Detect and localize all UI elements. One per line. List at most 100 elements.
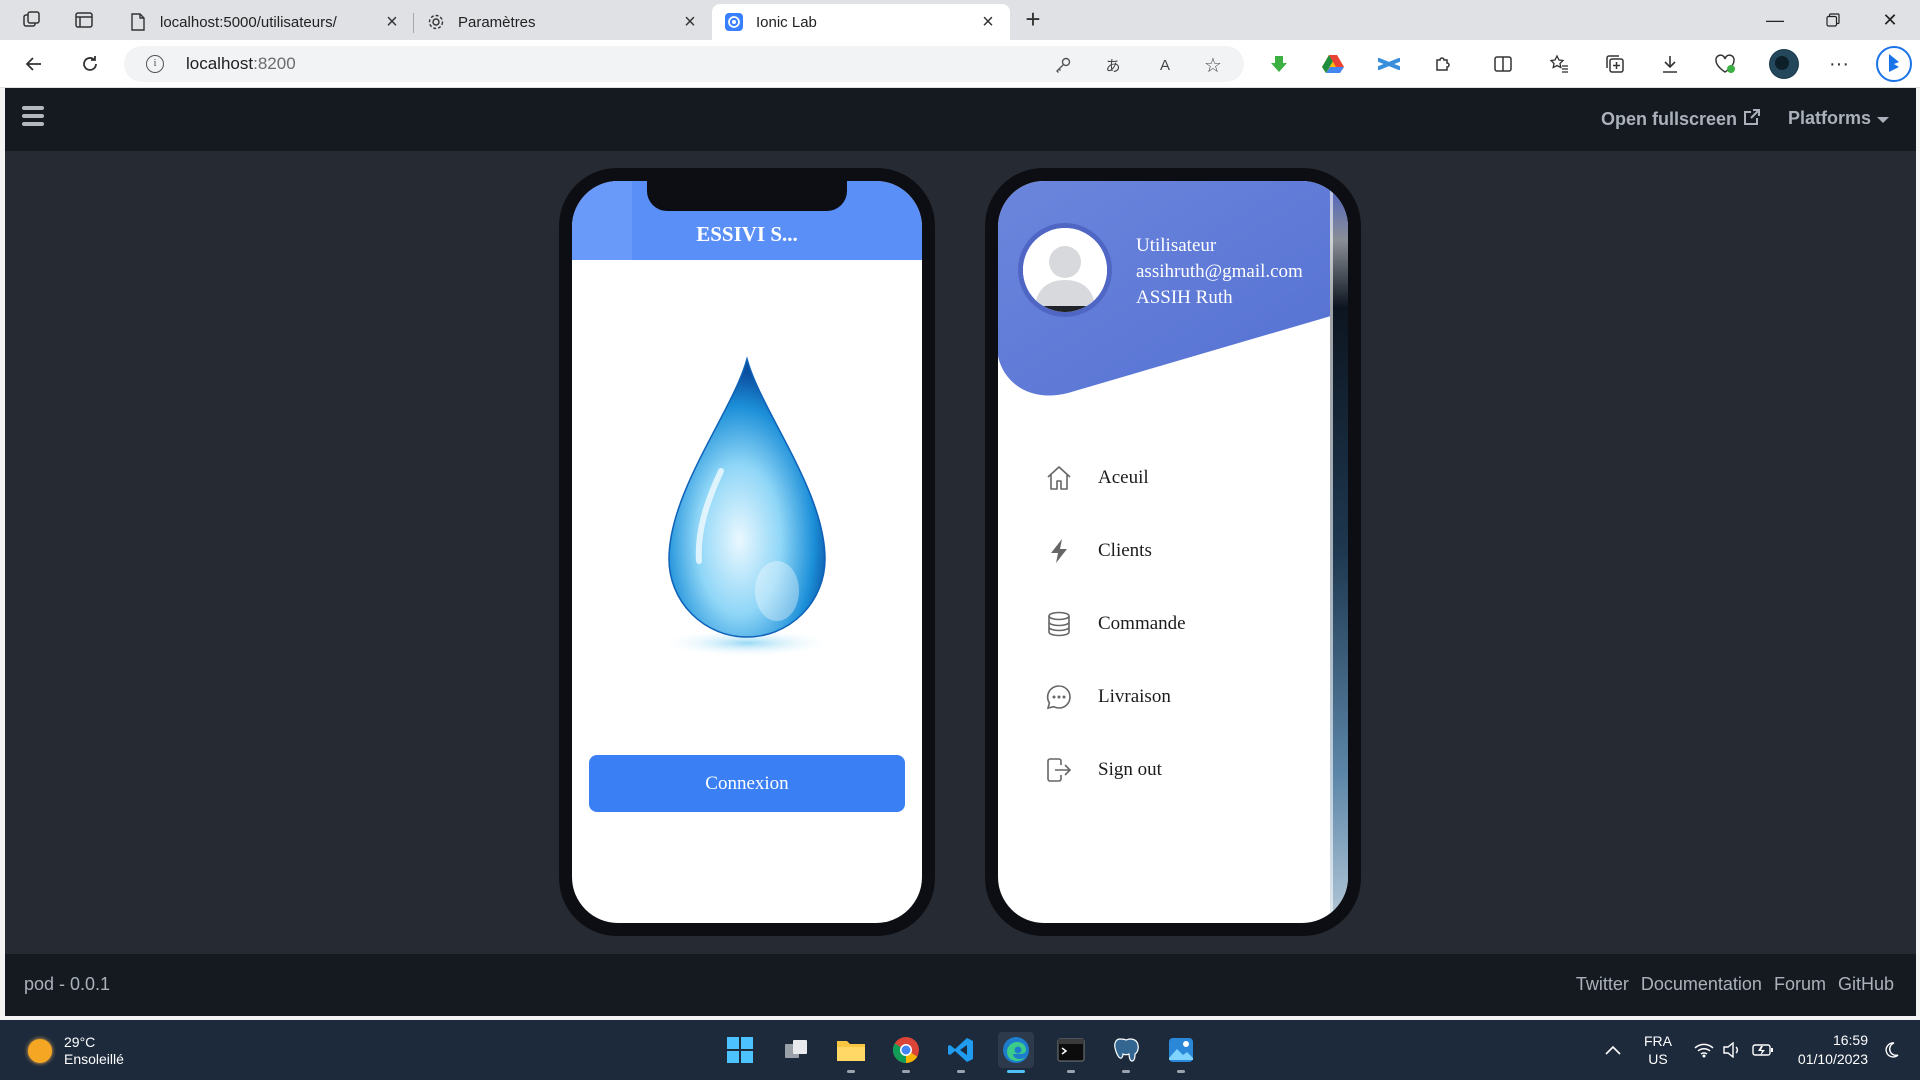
sun-icon (28, 1039, 52, 1063)
close-tab-icon[interactable]: × (382, 12, 402, 32)
vscode-extension-icon[interactable] (1376, 51, 1402, 77)
menu-item-clients[interactable]: Clients (998, 514, 1328, 587)
close-window-button[interactable]: ✕ (1862, 0, 1918, 40)
open-fullscreen-link[interactable]: Open fullscreen (1601, 108, 1761, 131)
workspaces-icon[interactable] (16, 6, 48, 34)
tab-title: Ionic Lab (756, 13, 817, 31)
extensions-puzzle-icon[interactable] (1430, 51, 1456, 77)
windows-taskbar: 29°C Ensoleillé FRA US 16:59 01/10/2023 (0, 1020, 1920, 1080)
site-info-icon[interactable]: i (146, 55, 164, 73)
restore-button[interactable] (1805, 0, 1861, 40)
page-icon (128, 12, 148, 32)
menu-item-commande[interactable]: Commande (998, 587, 1328, 660)
default-person-icon (1023, 228, 1107, 312)
key-icon[interactable] (1052, 54, 1074, 76)
new-tab-button[interactable]: + (1018, 6, 1048, 34)
menu-item-sign-out[interactable]: Sign out (998, 733, 1328, 806)
app-title: ESSIVI S... (696, 222, 798, 246)
favorites-icon[interactable] (1546, 51, 1572, 77)
tab-ionic-lab[interactable]: Ionic Lab × (712, 4, 1010, 40)
windows-start-icon[interactable] (722, 1032, 758, 1068)
footer-links: Twitter Documentation Forum GitHub (1576, 974, 1894, 995)
notification-moon-icon[interactable] (1882, 1020, 1900, 1080)
weather-desc: Ensoleillé (64, 1051, 124, 1067)
browser-essentials-icon[interactable] (1712, 51, 1738, 77)
back-icon[interactable] (20, 50, 48, 78)
vscode-icon[interactable] (943, 1032, 979, 1073)
close-tab-icon[interactable]: × (978, 12, 998, 32)
connexion-button[interactable]: Connexion (589, 755, 905, 812)
flash-icon (1044, 536, 1074, 566)
browser-toolbar: i localhost:8200 あ A ☆ ··· (0, 40, 1920, 88)
bing-copilot-icon[interactable] (1876, 46, 1912, 82)
tab-title: localhost:5000/utilisateurs/ (160, 13, 337, 31)
system-clock[interactable]: 16:59 01/10/2023 (1794, 1020, 1868, 1080)
menu-item-livraison[interactable]: Livraison (998, 660, 1328, 733)
hamburger-menu-icon[interactable] (22, 106, 44, 126)
user-email: assihruth@gmail.com (1136, 261, 1303, 282)
phone-notch (647, 181, 847, 211)
address-bar[interactable]: i localhost:8200 あ A ☆ (124, 46, 1244, 82)
refresh-icon[interactable] (76, 50, 104, 78)
read-aloud-icon[interactable]: A (1154, 54, 1176, 76)
ionic-lab: Open fullscreen Platforms ESSIVI S... Co… (5, 88, 1916, 1016)
caret-down-icon (1877, 108, 1890, 129)
menu-list: Aceuil Clients Commande Livraison Sign o… (998, 441, 1328, 806)
battery-icon[interactable] (1752, 1020, 1774, 1080)
github-link[interactable]: GitHub (1838, 974, 1894, 995)
terminal-icon[interactable] (1053, 1032, 1089, 1073)
user-name: ASSIH Ruth (1136, 287, 1233, 308)
input-language[interactable]: FRA US (1644, 1020, 1672, 1080)
platforms-dropdown[interactable]: Platforms (1788, 108, 1890, 129)
app-version: pod - 0.0.1 (24, 974, 111, 994)
file-explorer-icon[interactable] (833, 1032, 869, 1073)
task-view-icon[interactable] (778, 1032, 814, 1068)
login-screen: ESSIVI S... Connexion (572, 181, 922, 923)
postgresql-icon[interactable] (1108, 1032, 1144, 1073)
show-hidden-icons-icon[interactable] (1604, 1020, 1622, 1080)
menu-screen: Utilisateur assihruth@gmail.com ASSIH Ru… (998, 181, 1348, 923)
user-role: Utilisateur (1136, 235, 1217, 256)
url-text: localhost:8200 (186, 54, 296, 73)
more-options-icon[interactable]: ··· (1826, 51, 1852, 77)
minimize-button[interactable]: — (1747, 0, 1803, 40)
volume-icon[interactable] (1722, 1020, 1742, 1080)
home-icon (1044, 463, 1074, 493)
edge-icon[interactable] (998, 1032, 1034, 1073)
phone-frame-login: ESSIVI S... Connexion (559, 168, 935, 936)
database-icon (1044, 609, 1074, 639)
phone-frame-menu: Utilisateur assihruth@gmail.com ASSIH Ru… (985, 168, 1361, 936)
browser-tab-strip: localhost:5000/utilisateurs/ × Paramètre… (0, 0, 1920, 40)
chat-bubble-icon (1044, 682, 1074, 712)
downloads-icon[interactable] (1657, 51, 1683, 77)
collections-icon[interactable] (1602, 51, 1628, 77)
external-link-icon (1743, 108, 1761, 131)
water-drop-image (659, 356, 835, 657)
close-tab-icon[interactable]: × (680, 12, 700, 32)
documentation-link[interactable]: Documentation (1641, 974, 1762, 995)
background-content-edge (1330, 181, 1348, 923)
tab-title: Paramètres (458, 13, 536, 31)
tab-utilisateurs[interactable]: localhost:5000/utilisateurs/ × (116, 4, 414, 40)
user-info: Utilisateur assihruth@gmail.com ASSIH Ru… (1136, 233, 1303, 311)
forum-link[interactable]: Forum (1774, 974, 1826, 995)
tab-actions-icon[interactable] (68, 6, 100, 34)
menu-item-aceuil[interactable]: Aceuil (998, 441, 1328, 514)
download-extension-icon[interactable] (1266, 51, 1292, 77)
tab-parametres[interactable]: Paramètres × (414, 4, 712, 40)
photos-icon[interactable] (1163, 1032, 1199, 1073)
drive-extension-icon[interactable] (1320, 51, 1346, 77)
translate-icon[interactable]: あ (1102, 54, 1124, 76)
weather-temp: 29°C (64, 1034, 96, 1050)
twitter-link[interactable]: Twitter (1576, 974, 1629, 995)
chrome-icon[interactable] (888, 1032, 924, 1073)
split-screen-icon[interactable] (1490, 51, 1516, 77)
weather-widget[interactable]: 29°C Ensoleillé (28, 1034, 124, 1068)
avatar[interactable] (1018, 223, 1112, 317)
lab-footer: pod - 0.0.1 Twitter Documentation Forum … (5, 954, 1916, 1016)
ionic-icon (724, 12, 744, 32)
profile-avatar[interactable] (1769, 49, 1799, 79)
favorite-star-icon[interactable]: ☆ (1202, 54, 1224, 77)
wifi-icon[interactable] (1694, 1020, 1714, 1080)
log-out-icon (1044, 755, 1074, 785)
